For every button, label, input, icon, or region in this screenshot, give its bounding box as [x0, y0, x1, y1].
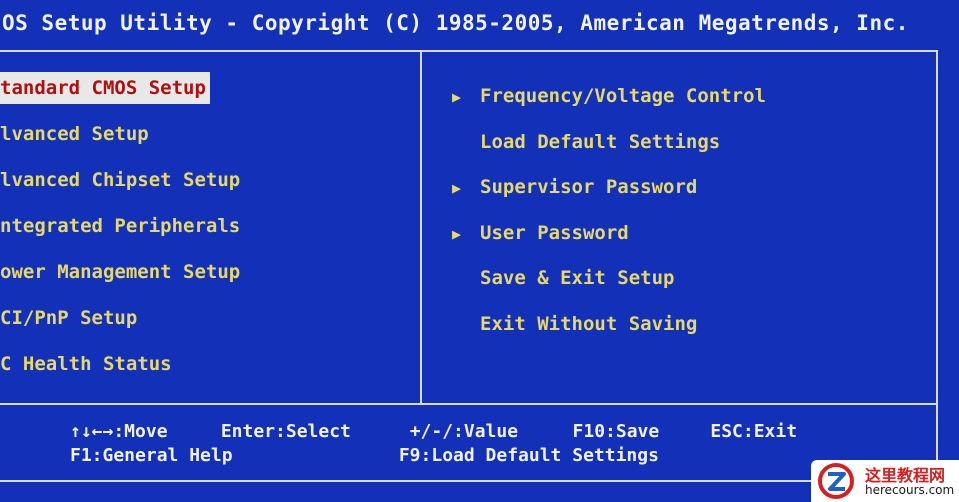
left-menu: tandard CMOS Setup lvanced Setup lvanced…	[0, 72, 418, 394]
key-hint-exit: ESC:Exit	[710, 421, 798, 442]
right-menu: ▶ Frequency/Voltage Control Load Default …	[452, 80, 922, 353]
menu-item-advanced-chipset-setup[interactable]: lvanced Chipset Setup	[0, 164, 418, 210]
menu-item-label: User Password	[480, 221, 629, 244]
menu-item-integrated-peripherals[interactable]: ntegrated Peripherals	[0, 210, 418, 256]
menu-item-label: ntegrated Peripherals	[0, 215, 241, 237]
window-title: OS Setup Utility - Copyright (C) 1985-20…	[2, 11, 909, 35]
column-divider	[420, 50, 422, 405]
submenu-arrow-icon: ▶	[452, 179, 462, 197]
menu-item-label: CI/PnP Setup	[0, 307, 138, 329]
menu-item-user-password[interactable]: ▶ User Password	[452, 217, 922, 263]
menu-item-supervisor-password[interactable]: ▶ Supervisor Password	[452, 171, 922, 217]
key-help-footer: ↑↓←→:Move Enter:Select +/-/:Value F10:Sa…	[70, 420, 930, 468]
menu-item-exit-without-saving[interactable]: Exit Without Saving	[452, 308, 922, 354]
key-hint-value: +/-/:Value	[409, 421, 519, 442]
key-help-row-1: ↑↓←→:Move Enter:Select +/-/:Value F10:Sa…	[70, 420, 930, 444]
menu-item-load-default-settings[interactable]: Load Default Settings	[452, 126, 922, 172]
key-hint-save: F10:Save	[572, 421, 660, 442]
site-watermark: 这里教程网 herecours.com	[811, 460, 959, 502]
submenu-arrow-icon: ▶	[452, 88, 462, 106]
bios-screen: OS Setup Utility - Copyright (C) 1985-20…	[0, 0, 959, 502]
menu-item-power-management-setup[interactable]: ower Management Setup	[0, 256, 418, 302]
z-logo-icon	[818, 463, 854, 499]
menu-item-label: lvanced Setup	[0, 123, 149, 145]
menu-item-save-exit-setup[interactable]: Save & Exit Setup	[452, 262, 922, 308]
menu-item-frequency-voltage-control[interactable]: ▶ Frequency/Voltage Control	[452, 80, 922, 126]
key-hint-general-help: F1:General Help	[70, 445, 233, 466]
key-help-row-2: F1:General Help F9:Load Default Settings	[70, 444, 930, 468]
menu-item-label: Exit Without Saving	[480, 312, 698, 335]
menu-item-pc-health-status[interactable]: C Health Status	[0, 348, 418, 394]
submenu-arrow-icon: ▶	[452, 224, 462, 243]
menu-item-standard-cmos-setup[interactable]: tandard CMOS Setup	[0, 72, 418, 118]
menu-item-label: C Health Status	[0, 353, 172, 375]
menu-item-label: ower Management Setup	[0, 261, 241, 283]
key-hint-select: Enter:Select	[220, 421, 351, 442]
menu-item-pci-pnp-setup[interactable]: CI/PnP Setup	[0, 302, 418, 348]
menu-item-label: Load Default Settings	[480, 130, 721, 153]
key-hint-load-defaults: F9:Load Default Settings	[398, 445, 659, 466]
menu-item-advanced-setup[interactable]: lvanced Setup	[0, 118, 418, 164]
menu-item-label: tandard CMOS Setup	[0, 72, 210, 104]
watermark-url: herecours.com	[865, 483, 955, 497]
menu-item-label: Frequency/Voltage Control	[480, 85, 766, 107]
menu-item-label: lvanced Chipset Setup	[0, 169, 241, 191]
menu-item-label: Supervisor Password	[480, 176, 698, 198]
menu-item-label: Save & Exit Setup	[480, 267, 675, 289]
key-hint-move: ↑↓←→:Move	[70, 421, 168, 442]
